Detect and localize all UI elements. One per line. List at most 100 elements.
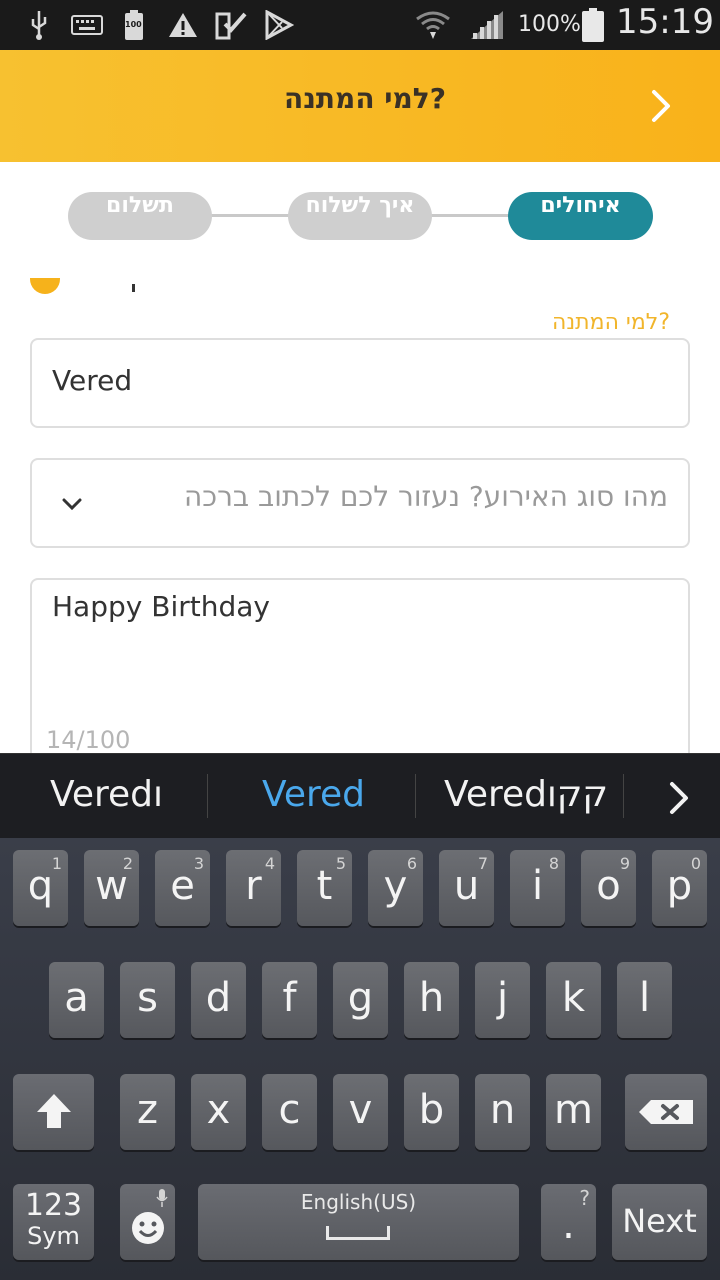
clock: 15:19 — [616, 2, 714, 42]
key-w[interactable]: 2w — [84, 850, 139, 926]
key-h[interactable]: h — [404, 962, 459, 1038]
key-label: v — [348, 1087, 373, 1133]
wifi-icon — [414, 8, 452, 42]
space-bar-icon — [326, 1226, 390, 1240]
recipient-name-input[interactable]: Vered — [30, 338, 690, 428]
warning-icon — [166, 8, 200, 42]
symbols-key-bottom: Sym — [27, 1222, 80, 1250]
key-label: x — [206, 1087, 231, 1133]
next-key[interactable]: Next — [612, 1184, 707, 1260]
shift-key[interactable] — [13, 1074, 94, 1150]
step-wishes-label: איחולים — [540, 193, 621, 218]
key-label: z — [137, 1087, 158, 1133]
key-p[interactable]: 0p — [652, 850, 707, 926]
key-x[interactable]: x — [191, 1074, 246, 1150]
suggestion-divider — [623, 774, 624, 818]
suggestion-item[interactable]: Veredı — [50, 774, 163, 815]
step-wishes[interactable]: איחולים — [508, 192, 653, 240]
event-type-select[interactable]: מהו סוג האירוע? נעזור לכם לכתוב ברכה — [30, 458, 690, 548]
suggestion-bar: Veredı Vered Veredקקו — [0, 753, 720, 838]
symbols-key[interactable]: 123 Sym — [13, 1184, 94, 1260]
suggestion-divider — [207, 774, 208, 818]
key-label: d — [205, 975, 232, 1021]
key-e[interactable]: 3e — [155, 850, 210, 926]
period-label: . — [562, 1202, 575, 1248]
key-label: u — [453, 863, 480, 909]
mic-icon — [156, 1189, 168, 1207]
key-label: c — [278, 1087, 301, 1133]
key-c[interactable]: c — [262, 1074, 317, 1150]
status-bar: 100 100% 15:19 — [0, 0, 720, 50]
key-a[interactable]: a — [49, 962, 104, 1038]
backspace-icon — [639, 1100, 693, 1124]
key-s[interactable]: s — [120, 962, 175, 1038]
key-t[interactable]: 5t — [297, 850, 352, 926]
key-label: r — [245, 863, 262, 909]
usb-icon — [24, 8, 54, 42]
key-label: b — [418, 1087, 445, 1133]
message-counter: 14/100 — [46, 726, 131, 754]
key-j[interactable]: j — [475, 962, 530, 1038]
more-suggestions-icon[interactable] — [660, 776, 700, 820]
step-how-to-send[interactable]: איך לשלוח — [288, 192, 432, 240]
key-label: m — [554, 1087, 593, 1133]
key-n[interactable]: n — [475, 1074, 530, 1150]
key-i[interactable]: 8i — [510, 850, 565, 926]
key-y[interactable]: 6y — [368, 850, 423, 926]
period-key[interactable]: ? . — [541, 1184, 596, 1260]
page-title: למי המתנה? — [284, 82, 446, 115]
battery-small-label: 100 — [125, 20, 142, 29]
task-check-icon — [214, 8, 248, 42]
key-label: i — [531, 863, 544, 909]
key-label: f — [282, 975, 297, 1021]
message-textarea[interactable]: Happy Birthday 14/100 — [30, 578, 690, 778]
key-label: n — [489, 1087, 516, 1133]
backspace-key[interactable] — [625, 1074, 707, 1150]
key-m[interactable]: m — [546, 1074, 601, 1150]
suggestion-divider — [415, 774, 416, 818]
key-label: h — [418, 975, 445, 1021]
key-label: o — [596, 863, 621, 909]
shift-arrow-icon — [37, 1094, 71, 1128]
key-r[interactable]: 4r — [226, 850, 281, 926]
recipient-label: למי המתנה? — [551, 310, 670, 335]
key-l[interactable]: l — [617, 962, 672, 1038]
back-arrow-icon[interactable] — [640, 84, 680, 128]
recipient-name-value: Vered — [52, 364, 133, 397]
step-payment-label: תשלום — [106, 193, 174, 218]
space-key-language: English(US) — [300, 1190, 417, 1214]
key-d[interactable]: d — [191, 962, 246, 1038]
key-o[interactable]: 9o — [581, 850, 636, 926]
suggestion-item[interactable]: Veredקקו — [444, 774, 608, 815]
key-label: g — [347, 975, 374, 1021]
key-label: q — [27, 863, 54, 909]
battery-icon — [580, 8, 606, 42]
play-store-icon — [262, 8, 296, 42]
space-key[interactable]: English(US) — [198, 1184, 519, 1260]
key-b[interactable]: b — [404, 1074, 459, 1150]
chevron-down-icon — [60, 496, 84, 512]
emoji-voice-key[interactable] — [120, 1184, 175, 1260]
battery-small-icon: 100 — [122, 8, 146, 42]
suggestion-item-highlighted[interactable]: Vered — [262, 774, 365, 815]
key-label: y — [383, 863, 408, 909]
key-q[interactable]: 1q — [13, 850, 68, 926]
event-type-placeholder: מהו סוג האירוע? נעזור לכם לכתוב ברכה — [184, 480, 668, 513]
app-header: למי המתנה? — [0, 50, 720, 162]
key-k[interactable]: k — [546, 962, 601, 1038]
keyboard-icon — [70, 8, 104, 42]
message-value: Happy Birthday — [52, 590, 270, 623]
key-v[interactable]: v — [333, 1074, 388, 1150]
key-f[interactable]: f — [262, 962, 317, 1038]
key-g[interactable]: g — [333, 962, 388, 1038]
next-key-label: Next — [622, 1202, 697, 1240]
key-u[interactable]: 7u — [439, 850, 494, 926]
partial-tick — [132, 284, 135, 292]
emoji-icon — [132, 1212, 164, 1244]
partial-indicator-dot — [30, 278, 60, 294]
key-label: k — [561, 975, 586, 1021]
key-label: j — [496, 975, 509, 1021]
step-payment[interactable]: תשלום — [68, 192, 212, 240]
key-label: l — [638, 975, 651, 1021]
key-z[interactable]: z — [120, 1074, 175, 1150]
